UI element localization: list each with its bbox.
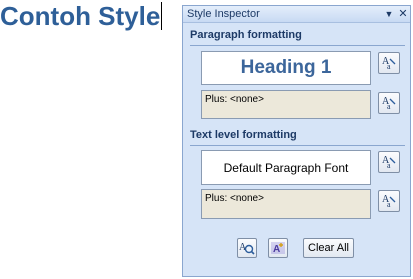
section-divider [190,145,405,146]
reset-format-icon: A a [382,155,396,170]
text-style-name: Default Paragraph Font [223,161,349,175]
svg-text:a: a [387,102,391,111]
reset-format-icon: A a [382,194,396,209]
reveal-formatting-icon: A [239,242,255,255]
document-heading-text: Contoh Style [0,1,161,31]
new-style-button[interactable]: A [268,238,288,258]
reveal-formatting-button[interactable]: A [237,238,257,258]
style-inspector-pane: Style Inspector ▼ ✕ Paragraph formatting… [182,5,411,277]
paragraph-plus-box: Plus: <none> [201,90,371,119]
reset-text-style-button[interactable]: A a [378,151,400,173]
clear-all-button[interactable]: Clear All [303,238,354,258]
document-canvas[interactable]: Contoh Style [0,0,163,32]
reset-paragraph-style-button[interactable]: A a [378,52,400,74]
new-style-icon: A [271,242,285,255]
reset-format-icon: A a [382,96,396,111]
paragraph-style-name: Heading 1 [240,57,332,78]
section-divider [190,45,405,46]
svg-text:a: a [387,161,391,170]
text-style-box[interactable]: Default Paragraph Font [201,150,371,185]
clear-paragraph-formatting-button[interactable]: A a [378,92,400,114]
clear-text-formatting-button[interactable]: A a [378,190,400,212]
close-icon[interactable]: ✕ [396,6,410,22]
text-plus-text: Plus: <none> [205,193,264,204]
reset-format-icon: A a [382,56,396,71]
svg-text:a: a [387,62,391,71]
svg-text:a: a [387,200,391,209]
chevron-down-icon[interactable]: ▼ [382,6,396,22]
paragraph-style-box[interactable]: Heading 1 [201,51,371,85]
pane-title: Style Inspector [187,8,260,20]
text-plus-box: Plus: <none> [201,189,371,219]
pane-titlebar: Style Inspector ▼ ✕ [183,6,410,23]
text-level-formatting-header: Text level formatting [190,129,297,141]
paragraph-plus-text: Plus: <none> [205,94,264,105]
clear-all-label: Clear All [308,242,349,254]
text-cursor [161,2,163,30]
paragraph-formatting-header: Paragraph formatting [190,29,302,41]
